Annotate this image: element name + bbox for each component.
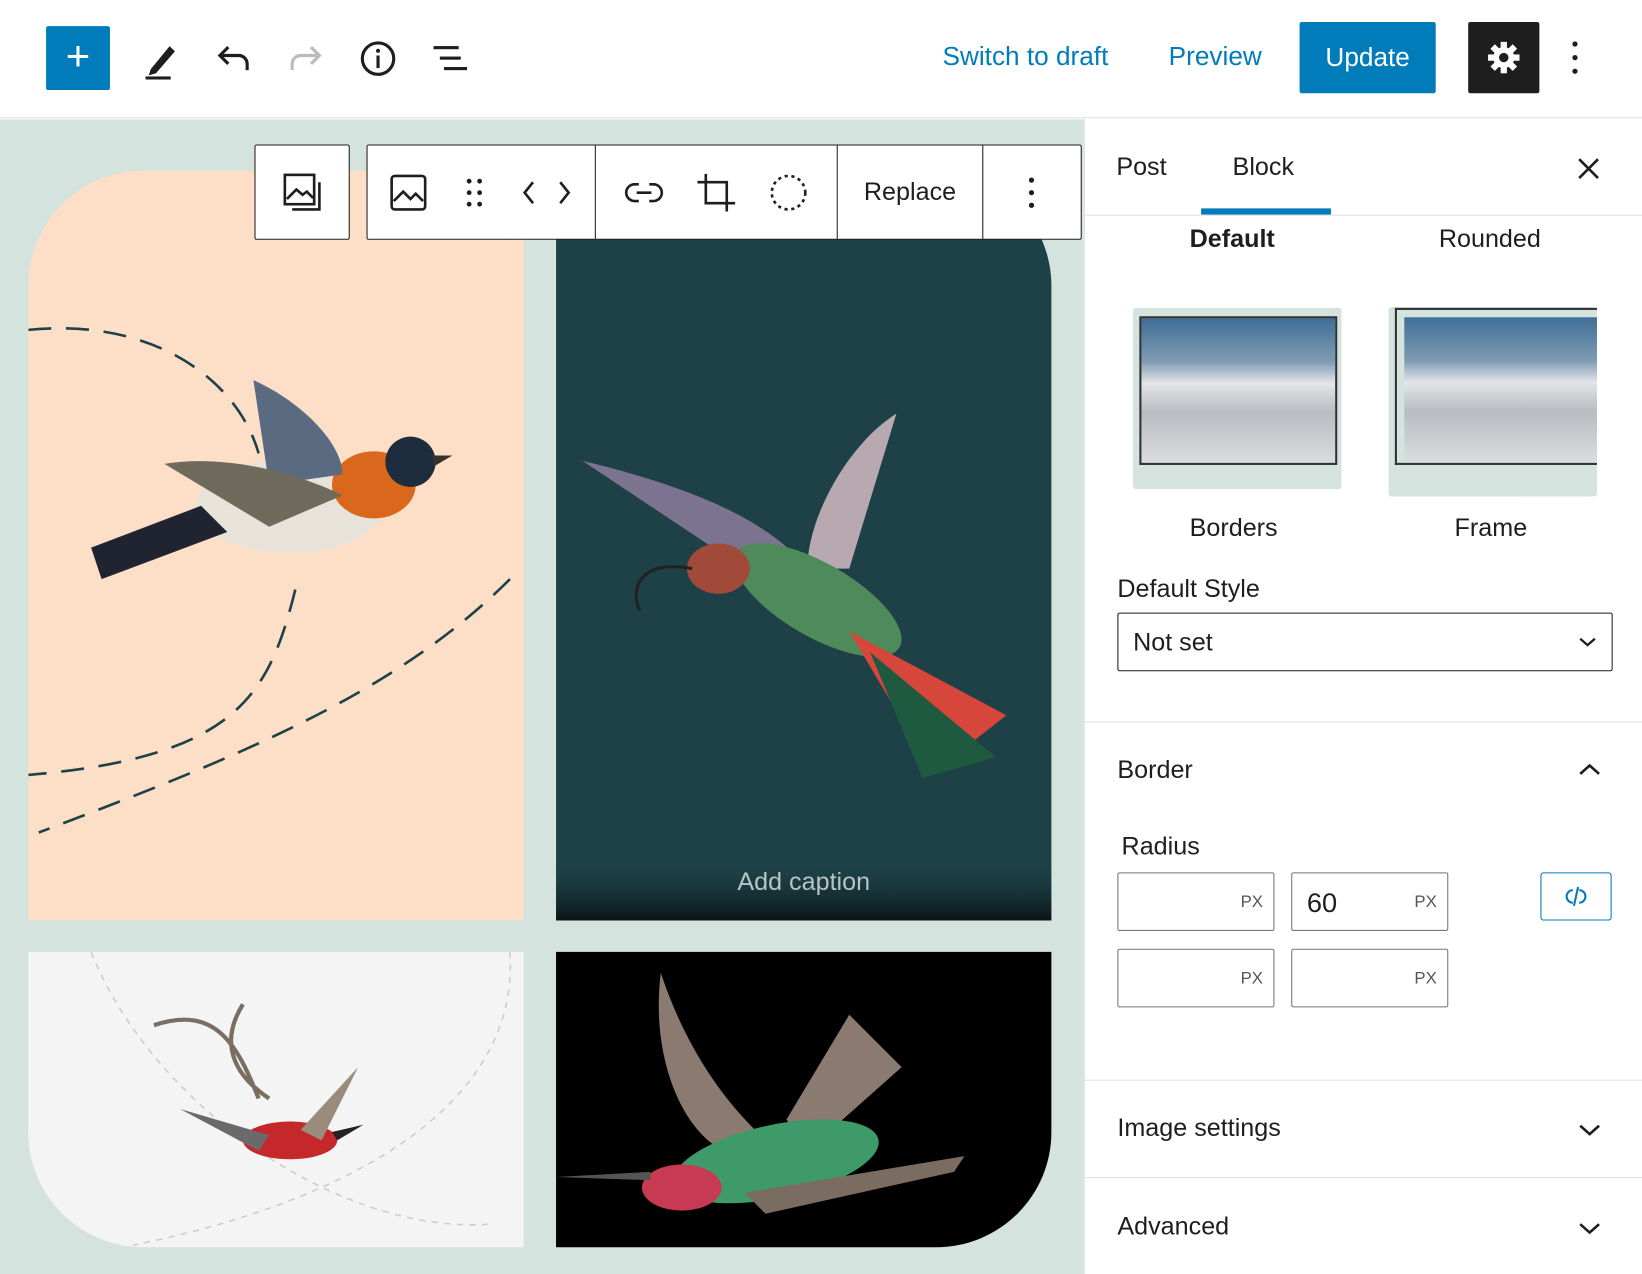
link-icon: [625, 182, 664, 202]
style-frame-option[interactable]: [1388, 306, 1597, 497]
replace-button[interactable]: Replace: [838, 145, 984, 239]
radius-bottom-right-input[interactable]: PX: [1291, 948, 1449, 1008]
default-style-value: Not set: [1133, 628, 1213, 657]
caption-input[interactable]: Add caption: [556, 868, 1051, 897]
redo-icon: [290, 46, 322, 71]
style-default-heading: Default: [1189, 225, 1275, 254]
radius-bottom-left-input[interactable]: PX: [1117, 948, 1275, 1008]
move-buttons[interactable]: [515, 168, 578, 216]
default-style-label: Default Style: [1117, 574, 1260, 604]
unlink-icon: [1565, 886, 1587, 907]
editor-canvas: Add caption Replace: [0, 119, 1084, 1274]
more-vertical-icon: [1572, 41, 1578, 74]
image-block-button[interactable]: [385, 168, 433, 216]
update-button[interactable]: Update: [1299, 21, 1436, 94]
undo-button[interactable]: [204, 29, 263, 88]
chevron-left-right-icon: [522, 180, 571, 204]
unit-label: PX: [1240, 893, 1263, 912]
hummingbird-illustration: [556, 413, 1052, 921]
details-button[interactable]: [349, 29, 408, 88]
radius-top-left-input[interactable]: PX: [1117, 872, 1275, 931]
undo-icon: [217, 46, 249, 71]
options-button[interactable]: [1565, 38, 1586, 80]
image-icon: [390, 174, 427, 211]
unlink-radius-button[interactable]: [1540, 872, 1612, 921]
drag-handle-icon: [466, 178, 482, 207]
close-sidebar-button[interactable]: [1575, 155, 1602, 187]
image-settings-title: Image settings: [1117, 1114, 1281, 1143]
chevron-down-icon: [1579, 1223, 1600, 1235]
chevron-down-icon: [1579, 637, 1596, 647]
chevron-up-icon: [1579, 763, 1600, 775]
style-frame-label: Frame: [1454, 514, 1528, 543]
green-hummingbird-illustration: [556, 972, 965, 1214]
info-icon: [360, 41, 396, 76]
plus-icon: +: [65, 33, 91, 80]
more-vertical-icon: [1028, 176, 1035, 208]
gallery-icon: [283, 173, 321, 211]
advanced-title: Advanced: [1117, 1212, 1230, 1241]
redo-button[interactable]: [276, 29, 335, 88]
crop-button[interactable]: [692, 168, 740, 216]
editor-top-bar: + Switch to draft Preview Update: [0, 0, 1642, 119]
link-button[interactable]: [620, 168, 668, 216]
style-rounded-heading: Rounded: [1438, 225, 1541, 254]
list-view-button[interactable]: [421, 29, 480, 88]
drag-handle[interactable]: [450, 168, 498, 216]
tools-button[interactable]: [132, 29, 191, 88]
settings-button[interactable]: [1468, 21, 1540, 94]
radius-value: 60: [1306, 886, 1338, 919]
unit-label: PX: [1240, 969, 1263, 988]
close-icon: [1578, 158, 1599, 179]
default-style-select[interactable]: Not set: [1117, 612, 1613, 672]
block-options-button[interactable]: [983, 146, 1079, 239]
style-borders-option[interactable]: [1133, 307, 1342, 490]
add-block-button[interactable]: +: [46, 26, 110, 91]
image-settings-panel-toggle[interactable]: Image settings: [1085, 1081, 1642, 1177]
gallery-image-red-hummingbird[interactable]: [28, 951, 524, 1248]
style-borders-label: Borders: [1189, 514, 1278, 543]
tab-block[interactable]: Block: [1233, 153, 1294, 182]
settings-sidebar: Post Block Default Rounded Borders Frame…: [1083, 119, 1642, 1274]
gear-icon: [1488, 41, 1520, 74]
gallery-image-peach-bird[interactable]: [28, 170, 524, 921]
tab-post[interactable]: Post: [1116, 153, 1166, 182]
duotone-button[interactable]: [764, 168, 812, 216]
radius-top-right-input[interactable]: 60 PX: [1291, 872, 1449, 931]
list-view-icon: [433, 46, 468, 71]
gallery-image-green-hummingbird[interactable]: [556, 951, 1052, 1248]
border-panel-toggle[interactable]: Border: [1085, 723, 1642, 817]
gallery-image-hummingbird[interactable]: Add caption: [556, 170, 1052, 921]
advanced-panel-toggle[interactable]: Advanced: [1085, 1178, 1642, 1274]
switch-to-draft-button[interactable]: Switch to draft: [942, 42, 1108, 72]
dotted-circle-icon: [770, 174, 807, 211]
unit-label: PX: [1414, 893, 1437, 912]
unit-label: PX: [1414, 969, 1437, 988]
borders-preview-image: [1139, 316, 1338, 465]
pencil-icon: [145, 46, 175, 80]
block-switcher-button[interactable]: [254, 144, 350, 240]
red-hummingbird-illustration: [90, 951, 512, 1246]
preview-button[interactable]: Preview: [1169, 42, 1262, 72]
block-toolbar: Replace: [366, 144, 1082, 240]
border-panel-title: Border: [1117, 756, 1193, 785]
chevron-down-icon: [1579, 1124, 1600, 1136]
radius-label: Radius: [1121, 832, 1200, 861]
bird-illustration: [28, 327, 511, 834]
frame-preview-image: [1404, 317, 1597, 462]
crop-icon: [697, 173, 736, 212]
